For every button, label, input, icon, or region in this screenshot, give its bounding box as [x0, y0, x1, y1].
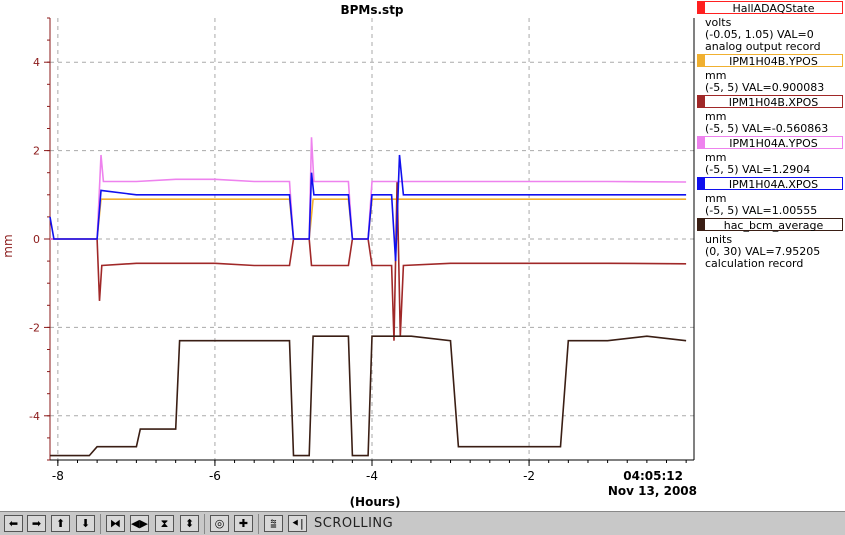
legend-entry-text: analog output record [705, 40, 821, 53]
scroll-up-icon: ⬆ [55, 517, 66, 530]
series-line-hac-bcm-average [50, 335, 687, 457]
scroll-status-label: SCROLLING [314, 516, 394, 531]
x-tick-label: -6 [209, 469, 221, 483]
toolbar: SCROLLING ⬅ ➡ ⬆ ⬇ ⧓ ◀▶ ⧗ ⬍ ◎ ✚ ⩰ ⯇| [0, 511, 845, 535]
scroll-down-button[interactable]: ⬇ [76, 515, 95, 532]
x-tick-label: -8 [52, 469, 64, 483]
toolbar-separator [204, 514, 205, 534]
scroll-down-icon: ⬇ [80, 517, 91, 530]
legend-entry-name[interactable]: IPM1H04A.XPOS [697, 177, 843, 191]
legend-entry-text: (-5, 5) VAL=1.00555 [705, 204, 818, 217]
grid [50, 18, 694, 460]
y-tick-label: 2 [33, 145, 40, 158]
scroll-up-button[interactable]: ⬆ [51, 515, 70, 532]
scroll-mode-button[interactable]: ⯇| [288, 515, 307, 532]
scroll-right-button[interactable]: ➡ [27, 515, 46, 532]
x-tick-label: -2 [523, 469, 535, 483]
legend-entry-text: (-5, 5) VAL=-0.560863 [705, 122, 829, 135]
y-tick-label: 4 [33, 56, 40, 69]
legend-entry-text: calculation record [705, 257, 804, 270]
compress-vertical-button[interactable]: ⧗ [155, 515, 174, 532]
scroll-mode-icon: ⯇| [291, 517, 304, 530]
expand-horizontal-button[interactable]: ◀▶ [130, 515, 149, 532]
legend-entry-text: (-5, 5) VAL=0.900083 [705, 81, 825, 94]
zoom-reset-button[interactable]: ◎ [210, 515, 229, 532]
compress-vertical-icon: ⧗ [160, 517, 169, 530]
legend-entry-name[interactable]: IPM1H04B.XPOS [697, 95, 843, 109]
plot-area[interactable] [49, 137, 687, 457]
zoom-reset-icon: ◎ [214, 517, 225, 530]
scroll-left-icon: ⬅ [8, 517, 19, 530]
series-line-ipm1h04a-xpos [49, 154, 687, 262]
y-tick-label: -4 [29, 410, 40, 423]
compress-horizontal-button[interactable]: ⧓ [106, 515, 125, 532]
y-tick-label: -2 [29, 321, 40, 334]
legend-entry-text: (-5, 5) VAL=1.2904 [705, 163, 811, 176]
series-line-ipm1h04a-ypos [50, 137, 687, 240]
compress-horizontal-icon: ⧓ [110, 517, 121, 530]
legend-entry-name[interactable]: hac_bcm_average [697, 218, 843, 232]
expand-vertical-button[interactable]: ⬍ [180, 515, 199, 532]
legend-entry-name[interactable]: IPM1H04A.YPOS [697, 136, 843, 150]
y-axis-label: mm [1, 234, 15, 257]
time-label: 04:05:12 [623, 469, 683, 483]
scroll-left-button[interactable]: ⬅ [4, 515, 23, 532]
toolbar-separator [258, 514, 259, 534]
expand-horizontal-icon: ◀▶ [131, 517, 148, 530]
zoom-plus-button[interactable]: ✚ [234, 515, 253, 532]
chart-title: BPMs.stp [340, 3, 403, 17]
y-tick-label: 0 [33, 233, 40, 246]
date-label: Nov 13, 2008 [608, 484, 697, 498]
series-line-ipm1h04b-xpos [50, 181, 687, 341]
x-axis-label: (Hours) [350, 495, 401, 509]
autoscale-icon: ⩰ [270, 517, 277, 530]
scroll-right-icon: ➡ [31, 517, 42, 530]
legend-entry-name[interactable]: HallADAQState [697, 1, 843, 15]
toolbar-separator [100, 514, 101, 534]
x-tick-label: -4 [366, 469, 378, 483]
axes: -4 -2 0 2 4 -8 -6 -4 -2 [29, 17, 695, 483]
zoom-plus-icon: ✚ [238, 517, 249, 530]
autoscale-button[interactable]: ⩰ [264, 515, 283, 532]
expand-vertical-icon: ⬍ [184, 517, 195, 530]
legend-entry-name[interactable]: IPM1H04B.YPOS [697, 54, 843, 68]
